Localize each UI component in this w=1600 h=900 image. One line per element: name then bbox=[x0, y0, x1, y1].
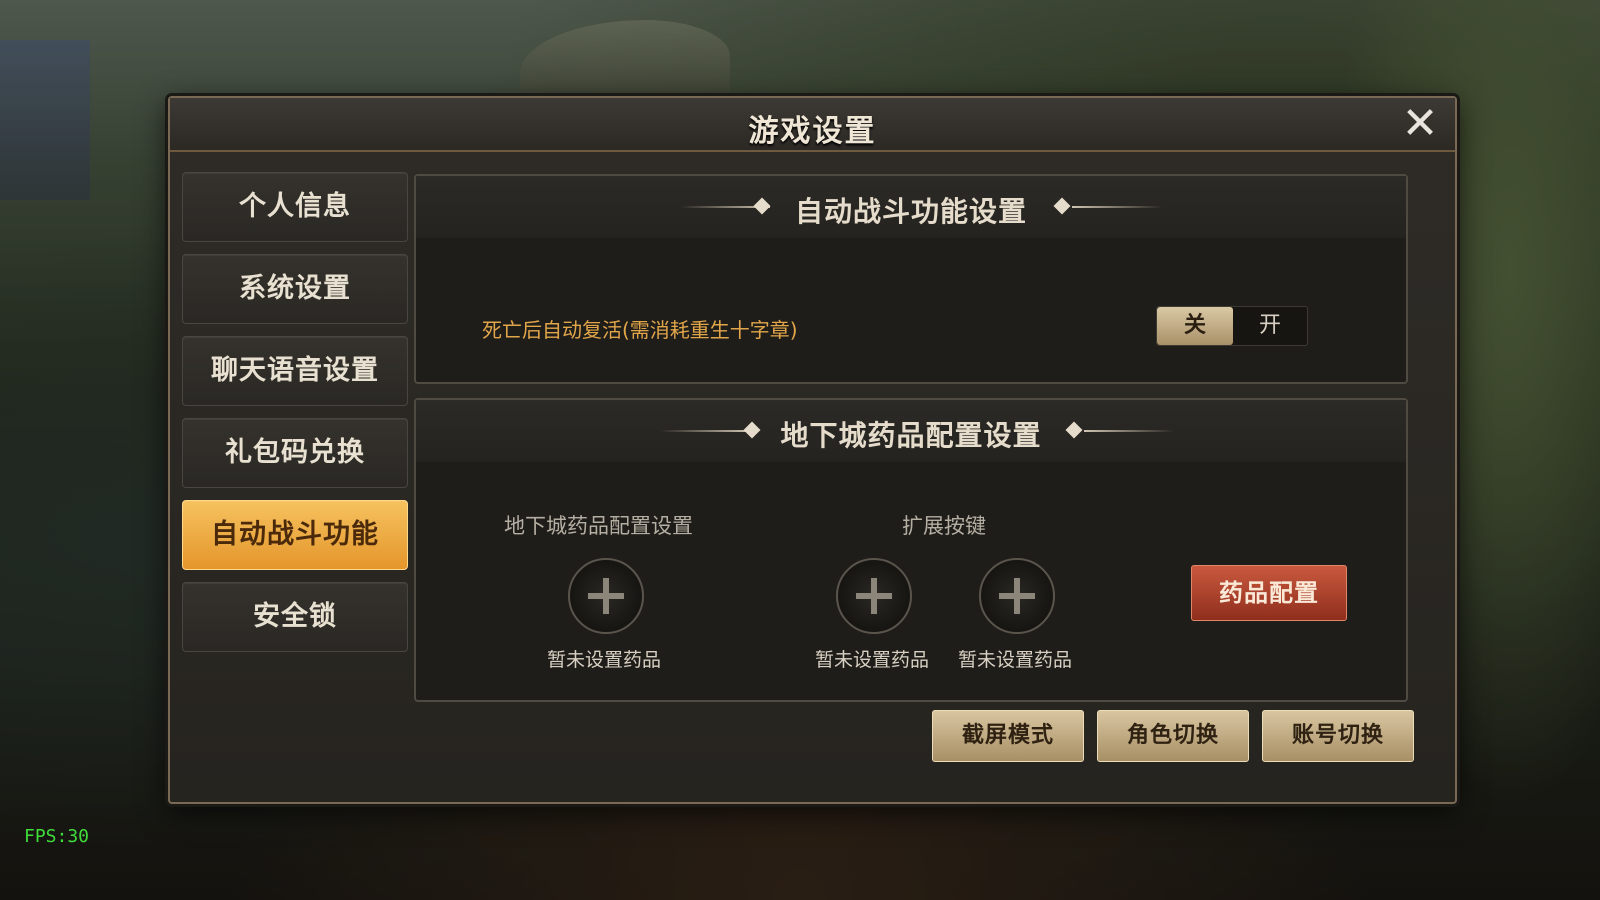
sidebar-item-personal-info[interactable]: 个人信息 bbox=[182, 172, 408, 242]
extend-slot-2-text: 暂未设置药品 bbox=[957, 649, 1072, 671]
sidebar-item-security-lock[interactable]: 安全锁 bbox=[182, 582, 408, 652]
toggle-on-option[interactable]: 开 bbox=[1233, 307, 1307, 345]
sidebar-item-auto-battle[interactable]: 自动战斗功能 bbox=[182, 500, 408, 570]
plus-icon-vertical bbox=[871, 578, 877, 614]
dialog-title: 游戏设置 bbox=[748, 114, 877, 149]
sidebar-item-gift-code[interactable]: 礼包码兑换 bbox=[182, 418, 408, 488]
sidebar-item-system-settings[interactable]: 系统设置 bbox=[182, 254, 408, 324]
dungeon-potion-title: 地下城药品配置设置 bbox=[780, 419, 1042, 452]
title-ornament-right bbox=[1072, 206, 1162, 208]
auto-battle-header: 自动战斗功能设置 bbox=[416, 176, 1406, 238]
toggle-off-option[interactable]: 关 bbox=[1157, 307, 1233, 345]
auto-battle-title: 自动战斗功能设置 bbox=[794, 195, 1027, 228]
potion-slot-main-text: 暂未设置药品 bbox=[546, 649, 661, 671]
extend-slot-2[interactable] bbox=[979, 558, 1055, 634]
dungeon-potion-section: 地下城药品配置设置 地下城药品配置设置 扩展按键 暂未设置药品 暂未设置药品 暂… bbox=[414, 398, 1408, 702]
auto-revive-label: 死亡后自动复活(需消耗重生十字章) bbox=[482, 318, 798, 342]
switch-account-button[interactable]: 账号切换 bbox=[1262, 710, 1414, 762]
settings-sidebar: 个人信息 系统设置 聊天语音设置 礼包码兑换 自动战斗功能 安全锁 bbox=[182, 172, 408, 664]
potion-config-label: 地下城药品配置设置 bbox=[504, 514, 693, 538]
extend-slot-1[interactable] bbox=[836, 558, 912, 634]
sidebar-item-chat-voice[interactable]: 聊天语音设置 bbox=[182, 336, 408, 406]
extend-slot-1-text: 暂未设置药品 bbox=[814, 649, 929, 671]
plus-icon-vertical bbox=[1014, 578, 1020, 614]
dialog-titlebar: 游戏设置 ✕ bbox=[170, 98, 1455, 152]
auto-battle-section: 自动战斗功能设置 死亡后自动复活(需消耗重生十字章) 关 开 bbox=[414, 174, 1408, 384]
auto-revive-toggle[interactable]: 关 开 bbox=[1156, 306, 1308, 346]
plus-icon-vertical bbox=[603, 578, 609, 614]
dungeon-potion-header: 地下城药品配置设置 bbox=[416, 400, 1406, 462]
switch-role-button[interactable]: 角色切换 bbox=[1097, 710, 1249, 762]
settings-dialog: 游戏设置 ✕ 个人信息 系统设置 聊天语音设置 礼包码兑换 自动战斗功能 安全锁… bbox=[168, 96, 1457, 804]
background-house bbox=[0, 40, 90, 200]
potion-config-button[interactable]: 药品配置 bbox=[1191, 565, 1347, 621]
close-icon[interactable]: ✕ bbox=[1399, 102, 1441, 146]
title-ornament-right bbox=[1084, 430, 1174, 432]
screenshot-mode-button[interactable]: 截屏模式 bbox=[932, 710, 1084, 762]
extend-keys-label: 扩展按键 bbox=[902, 514, 986, 538]
fps-counter: FPS:30 bbox=[24, 826, 90, 847]
potion-slot-main[interactable] bbox=[568, 558, 644, 634]
